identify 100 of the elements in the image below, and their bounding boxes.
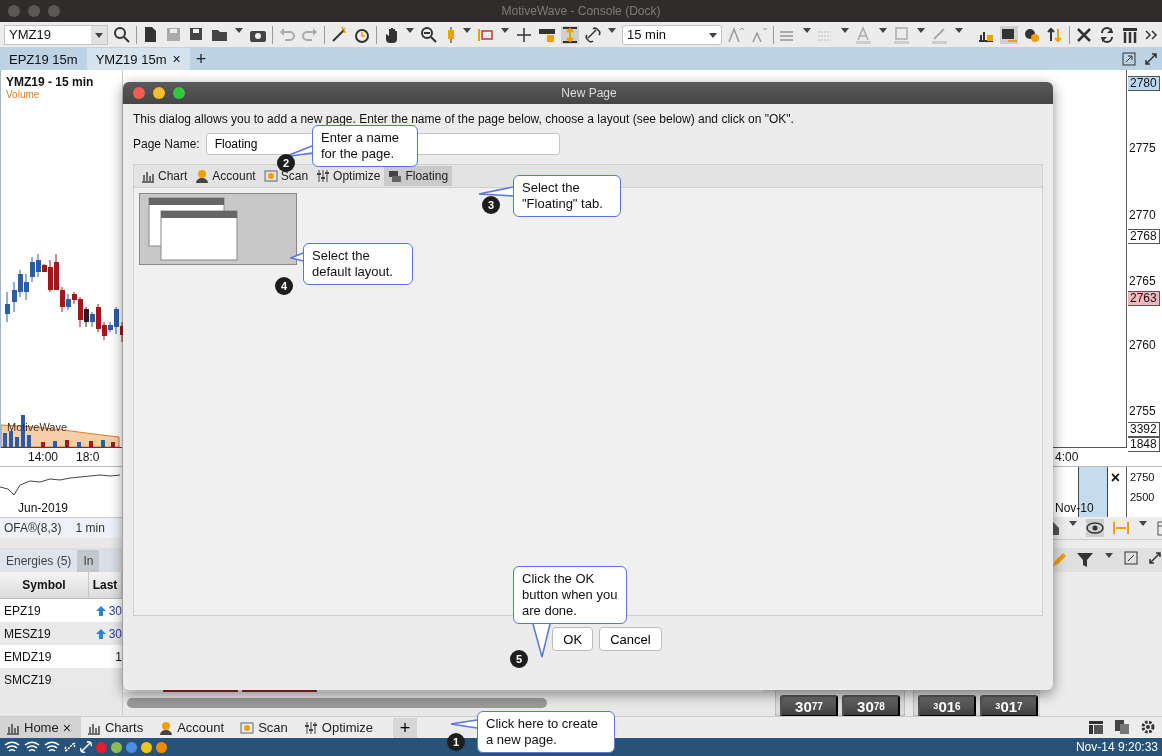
price-tag: 2780 — [1128, 76, 1160, 91]
last-price-cell: 30 — [108, 603, 122, 618]
callout-pointer — [450, 718, 478, 730]
window-control[interactable] — [153, 87, 165, 99]
study-label: Volume — [5, 89, 41, 100]
window-icon[interactable] — [1000, 25, 1018, 44]
crosshair-icon[interactable] — [515, 25, 533, 44]
expand-icon[interactable] — [1144, 52, 1158, 66]
callout-text: Enter a name for the page. — [312, 125, 418, 167]
price-label: 2500 — [1130, 491, 1155, 503]
price-label: 2765 — [1129, 275, 1156, 288]
tools-icon[interactable] — [1075, 25, 1093, 44]
wifi-icon — [24, 741, 40, 753]
symbol-cell-text: EMDZ19 — [3, 649, 53, 664]
refresh-icon[interactable] — [1098, 25, 1116, 44]
price-tag: 1848 — [1128, 437, 1160, 452]
bar-size-dropdown[interactable]: 15 min — [622, 24, 722, 45]
last-price-cell: 30 — [108, 626, 122, 641]
sliders-icon — [303, 720, 318, 735]
price-tag: 2763 — [1128, 291, 1160, 306]
callout-pointer — [290, 252, 304, 264]
callout-text: Click the OK button when you are done. — [513, 566, 627, 624]
copy-icon[interactable] — [1114, 718, 1130, 737]
time-axis-label: 18:0 — [76, 450, 100, 464]
close-icon[interactable]: × — [62, 719, 71, 736]
dialog-button[interactable]: OK — [552, 627, 594, 651]
callout-text: Select the "Floating" tab. — [513, 175, 621, 217]
wifi-icon — [4, 741, 20, 753]
symbol-tab[interactable]: YMZ19 15m × — [86, 48, 190, 70]
window-control[interactable] — [173, 87, 185, 99]
dialog-button[interactable]: Cancel — [599, 627, 662, 651]
price-label: 2755 — [1129, 405, 1156, 418]
price-tag: 2768 — [1128, 229, 1160, 244]
layout-tab[interactable]: Floating — [384, 166, 453, 186]
caret-icon — [94, 30, 104, 39]
watchlist-tab[interactable]: In — [77, 550, 100, 572]
popout-icon[interactable] — [1122, 52, 1136, 66]
watchlist-tab[interactable]: Energies (5) — [0, 550, 78, 572]
page-tab[interactable]: Home × — [0, 716, 81, 739]
add-page-button[interactable]: + — [393, 717, 418, 738]
bar-chart-icon — [141, 169, 155, 183]
sort-arrows-icon[interactable] — [1046, 25, 1064, 44]
symbol-dropdown[interactable]: YMZ19 — [4, 24, 108, 45]
column-header[interactable]: Last — [89, 572, 122, 598]
wifi-icon — [44, 741, 60, 753]
person-icon — [159, 720, 174, 735]
window-title: MotiveWave - Console (Dock) — [500, 4, 662, 18]
zoom-out-icon[interactable] — [420, 25, 438, 44]
columns-icon[interactable] — [1121, 25, 1139, 44]
scrollbar-thumb[interactable] — [127, 698, 547, 708]
layout-tab[interactable]: Optimize — [312, 166, 385, 186]
symbol-tab[interactable]: EPZ19 15m — [0, 48, 87, 70]
instruction-text: This dialog allows you to add a new page. Enter the name of the page below, choose a layout (see below) and click on "OK". — [133, 112, 795, 126]
layout-tab[interactable]: Chart — [137, 166, 192, 186]
scanner-icon — [240, 720, 255, 735]
eye-icon[interactable] — [1086, 519, 1104, 537]
page-tab[interactable]: Optimize — [297, 716, 384, 739]
time-axis-label: 14:00 — [28, 450, 59, 464]
price-tag: 3392 — [1128, 422, 1160, 437]
filter-icon[interactable] — [1076, 551, 1094, 569]
chart-title: YMZ19 - 15 min — [5, 74, 95, 89]
fill-color-icon[interactable] — [893, 25, 911, 44]
window-control[interactable] — [133, 87, 145, 99]
callout-pointer — [530, 623, 554, 659]
page-tab[interactable]: Scan — [234, 716, 298, 739]
auto-scale-icon[interactable] — [561, 25, 579, 44]
callout-text: Select the default layout. — [303, 243, 413, 285]
close-icon[interactable]: × — [1110, 469, 1120, 487]
last-price-cell: 1 — [115, 649, 122, 664]
price-label: 2775 — [1129, 142, 1156, 155]
symbol-cell-text: EPZ19 — [3, 603, 42, 618]
search-icon[interactable] — [113, 25, 131, 44]
pen-color-icon[interactable] — [931, 25, 949, 44]
callout-pointer — [478, 186, 514, 200]
windows-icon — [388, 169, 403, 183]
person-icon — [195, 169, 210, 183]
page-tab[interactable]: Account — [153, 716, 235, 739]
layout-tab[interactable]: Account — [191, 166, 260, 186]
magic-wand-icon[interactable] — [330, 25, 348, 44]
symbol-cell-text: MESZ19 — [3, 626, 52, 641]
overview-date-label: Jun-2019 — [17, 501, 69, 517]
price-label: 2770 — [1129, 209, 1156, 222]
layout-option[interactable] — [139, 193, 297, 265]
price-label: 2760 — [1129, 339, 1156, 352]
clock-text: Nov-14 9:20:33 — [1075, 740, 1158, 754]
dialog-title: New Page — [560, 86, 618, 100]
text-color-icon[interactable] — [855, 25, 873, 44]
watchlist-row[interactable]: EMDZ19 1 — [0, 645, 122, 668]
caret-icon — [708, 30, 718, 39]
price-label: 2750 — [1130, 471, 1155, 483]
page-tab[interactable]: Charts — [80, 716, 154, 739]
layout-icon[interactable] — [1088, 718, 1104, 737]
add-tab-button[interactable]: + — [189, 49, 213, 69]
callout-text: Click here to create a new page. — [477, 711, 615, 753]
study-row-label: OFA®(8,3) — [4, 521, 62, 535]
column-header[interactable]: Symbol — [0, 572, 89, 598]
close-icon[interactable]: × — [172, 51, 181, 67]
quote-button[interactable]: 30$^{78}$ — [842, 695, 900, 716]
quote-button[interactable]: 30$^{77}$ — [780, 695, 838, 716]
study-row-label: 1 min — [75, 521, 105, 535]
